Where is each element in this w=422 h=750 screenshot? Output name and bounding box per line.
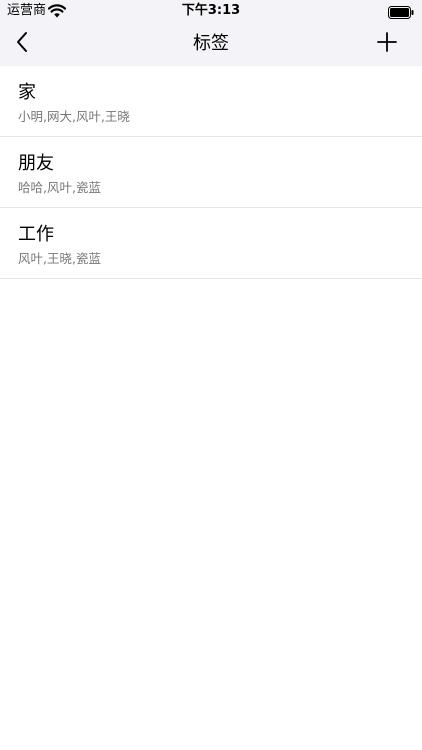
list-item[interactable]: 家 小明,网大,风叶,王晓 [0,66,422,137]
tag-list: 家 小明,网大,风叶,王晓 朋友 哈哈,风叶,瓷蓝 工作 风叶,王晓,瓷蓝 [0,66,422,279]
list-item[interactable]: 朋友 哈哈,风叶,瓷蓝 [0,137,422,208]
plus-icon [377,32,397,56]
tag-members: 风叶,王晓,瓷蓝 [18,251,101,266]
status-bar: 运营商 下午3:13 [0,0,422,22]
tag-name: 家 [18,82,36,103]
page-title: 标签 [193,33,229,54]
add-tag-button[interactable] [372,29,402,59]
tag-name: 工作 [18,224,54,245]
list-item[interactable]: 工作 风叶,王晓,瓷蓝 [0,208,422,279]
navigation-bar: 标签 [0,22,422,66]
status-time: 下午3:13 [181,3,241,18]
tag-members: 哈哈,风叶,瓷蓝 [18,180,101,195]
tag-members: 小明,网大,风叶,王晓 [18,109,130,124]
battery-icon [388,4,414,19]
tag-name: 朋友 [18,153,54,174]
